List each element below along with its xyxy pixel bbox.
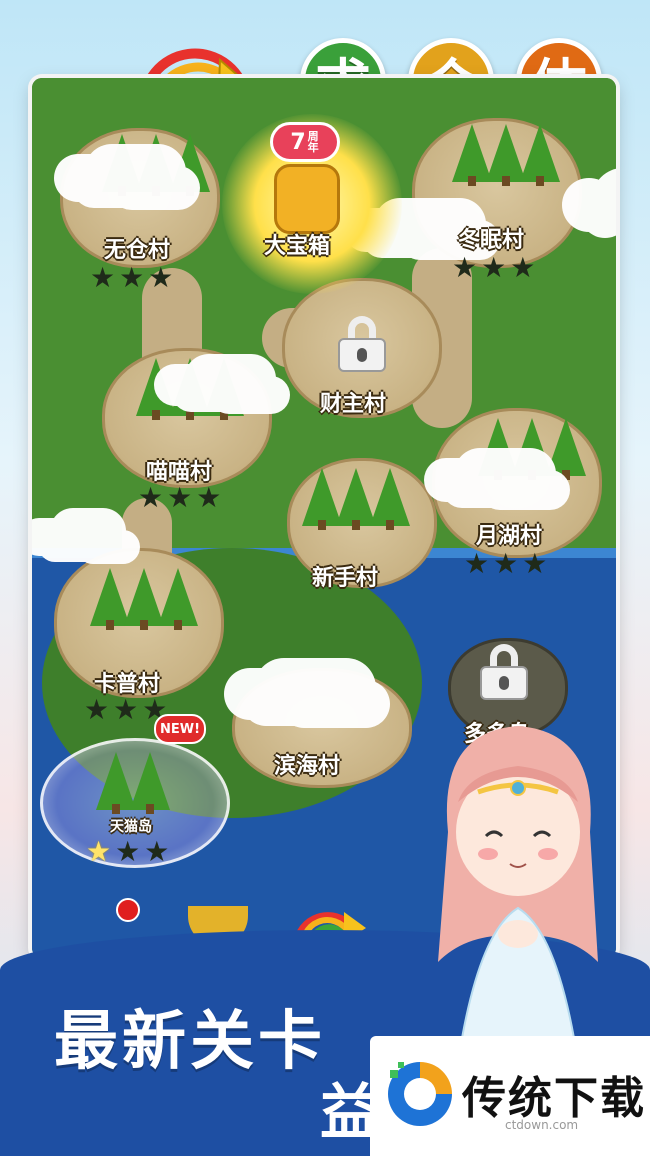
village-label[interactable]: 天猫岛 <box>110 816 152 836</box>
anniversary-tag: 7 周年 <box>270 122 340 162</box>
star-rating: ★ ★ ★ <box>464 550 547 578</box>
village-label[interactable]: 无仓村 <box>104 232 170 264</box>
star-icon: ★ <box>167 481 193 514</box>
fog-cloud <box>172 374 252 412</box>
new-badge: NEW! <box>154 714 206 744</box>
village-label[interactable]: 冬眠村 <box>458 222 524 254</box>
star-icon: ★ <box>464 547 490 580</box>
star-icon: ★ <box>196 481 222 514</box>
star-icon: ★ <box>119 261 145 294</box>
village-label[interactable]: 财主村 <box>320 386 386 418</box>
notification-dot-icon <box>116 898 140 922</box>
fog-cloud <box>442 468 532 508</box>
lock-icon[interactable] <box>478 644 530 700</box>
star-icon: ★ <box>481 251 507 284</box>
star-rating: ★ ★ ★ <box>452 254 535 282</box>
fog-cloud <box>72 164 162 208</box>
star-rating: ★ ★ ★ <box>138 484 221 512</box>
star-icon: ★ <box>510 251 536 284</box>
watermark-url: ctdown.com <box>505 1118 579 1132</box>
slogan-line-1: 最新关卡 <box>54 1005 326 1079</box>
star-icon: ★ <box>113 693 139 726</box>
watermark-brand: 传统下载 <box>462 1073 646 1124</box>
star-icon: ★ <box>90 261 116 294</box>
star-rating: ★ ★ ★ <box>84 696 167 724</box>
village-label[interactable]: 新手村 <box>312 560 378 592</box>
treasure-chest-icon[interactable] <box>274 164 340 234</box>
star-icon: ★ <box>138 481 164 514</box>
princess-character <box>418 712 618 1063</box>
star-icon: ★ <box>148 261 174 294</box>
tree-group <box>90 568 198 630</box>
star-icon: ★ <box>452 251 478 284</box>
star-rating: ★ ★ ★ <box>90 264 173 292</box>
star-icon: ★ <box>493 547 519 580</box>
star-icon: ★ <box>86 835 112 868</box>
village-label[interactable]: 滨海村 <box>274 748 340 780</box>
star-icon: ★ <box>84 693 110 726</box>
tree-group <box>96 752 170 814</box>
fog-cloud <box>242 678 352 726</box>
fog-cloud <box>38 528 102 562</box>
anniversary-number: 7 <box>290 129 306 155</box>
tree-group <box>452 124 560 186</box>
tree-group <box>302 468 410 530</box>
village-label[interactable]: 月湖村 <box>476 518 542 550</box>
brand-logo-icon <box>384 1058 456 1130</box>
lock-icon[interactable] <box>336 316 388 372</box>
star-rating: ★ ★ ★ <box>86 838 169 866</box>
star-icon: ★ <box>115 835 141 868</box>
event-label[interactable]: 大宝箱 <box>264 228 330 260</box>
star-icon: ★ <box>144 835 170 868</box>
anniversary-unit: 周年 <box>307 130 319 154</box>
star-icon: ★ <box>522 547 548 580</box>
